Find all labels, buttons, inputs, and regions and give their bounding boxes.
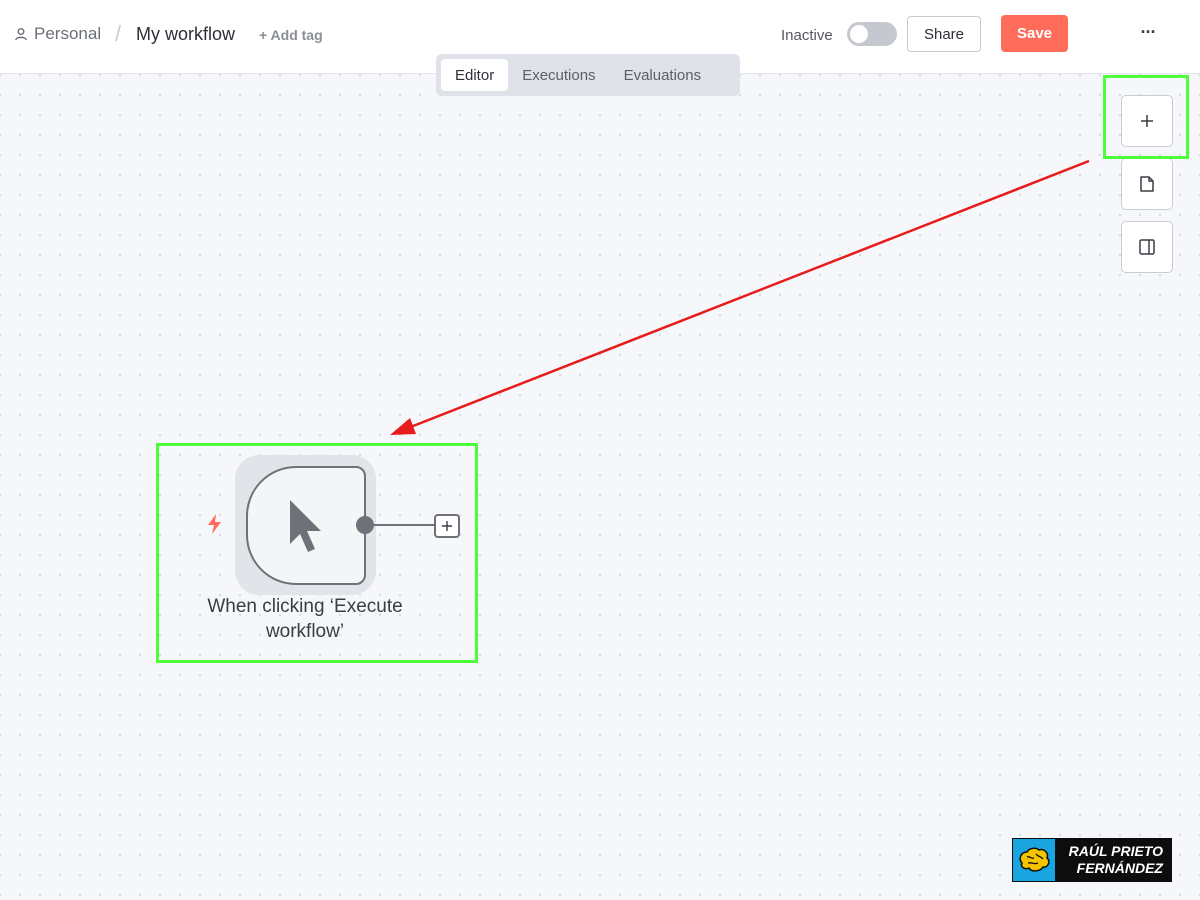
user-icon xyxy=(15,28,27,41)
trigger-node-label: When clicking ‘Execute workflow’ xyxy=(207,596,403,642)
active-toggle[interactable] xyxy=(847,22,897,46)
save-button[interactable]: Save xyxy=(1001,15,1068,52)
view-tabs: Editor Executions Evaluations xyxy=(436,54,740,96)
share-button[interactable]: Share xyxy=(907,16,981,52)
toggle-knob xyxy=(850,25,868,43)
trigger-node[interactable] xyxy=(246,466,366,585)
cursor-icon xyxy=(290,500,321,552)
breadcrumb-personal[interactable]: Personal xyxy=(14,24,101,44)
tab-editor[interactable]: Editor xyxy=(441,59,509,91)
tab-evaluations[interactable]: Evaluations xyxy=(610,59,716,91)
panel-icon xyxy=(1139,239,1155,255)
workflow-title-label: My workflow xyxy=(136,24,236,44)
node-output-connector[interactable] xyxy=(355,515,435,537)
breadcrumb-personal-label: Personal xyxy=(34,24,102,43)
watermark-line-1: RAÚL PRIETO xyxy=(1068,843,1163,859)
highlight-box-add-button xyxy=(1103,75,1189,159)
plus-icon xyxy=(442,521,452,531)
status-label: Inactive xyxy=(781,27,833,44)
add-next-node-button[interactable] xyxy=(434,514,460,538)
sticky-note-icon xyxy=(1140,176,1154,192)
watermark-badge: RAÚL PRIETO FERNÁNDEZ xyxy=(1012,838,1172,882)
toggle-panel-button[interactable] xyxy=(1121,221,1173,273)
add-tag-button[interactable]: + Add tag xyxy=(259,27,323,43)
workflow-title[interactable]: My workflow xyxy=(136,24,235,45)
lightning-icon xyxy=(208,514,221,534)
watermark-text: RAÚL PRIETO FERNÁNDEZ xyxy=(1055,843,1163,877)
watermark-line-2: FERNÁNDEZ xyxy=(1076,860,1163,876)
tab-executions[interactable]: Executions xyxy=(508,59,609,91)
more-options-button[interactable]: ··· xyxy=(1136,20,1160,44)
brain-logo-icon xyxy=(1013,839,1055,881)
breadcrumb-separator: / xyxy=(115,21,122,46)
add-sticky-note-button[interactable] xyxy=(1121,158,1173,210)
